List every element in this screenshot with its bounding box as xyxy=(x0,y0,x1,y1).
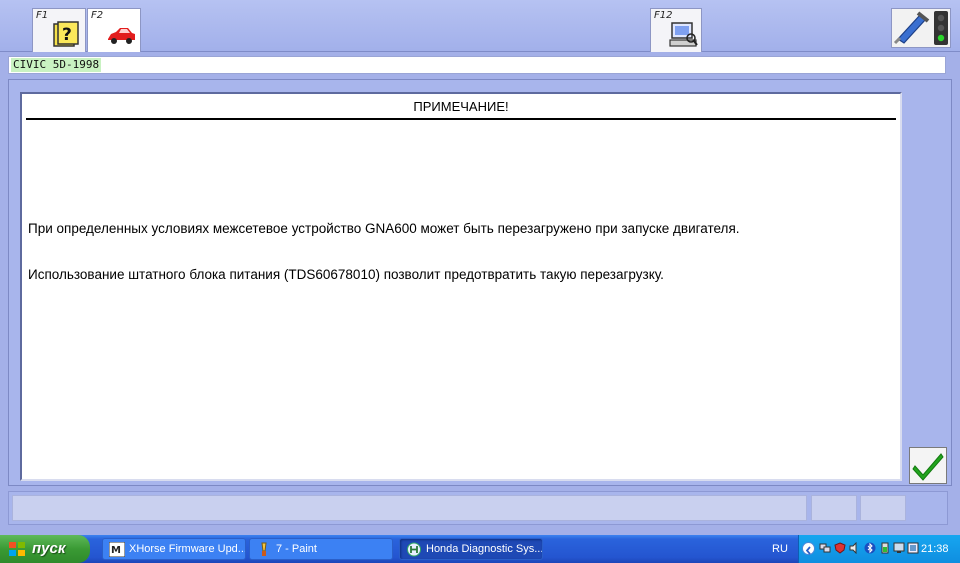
f2-key-label: F2 xyxy=(91,10,104,21)
bluetooth-icon[interactable] xyxy=(864,542,876,554)
language-indicator[interactable]: RU xyxy=(772,543,788,555)
windows-logo-icon xyxy=(9,542,25,556)
chevron-left-icon xyxy=(805,546,811,555)
vehicle-model-label: CIVIC 5D-1998 xyxy=(11,58,102,72)
security-shield-icon[interactable] xyxy=(834,542,846,554)
vehicle-info-bar: CIVIC 5D-1998 xyxy=(8,56,946,74)
main-content-area: ПРИМЕЧАНИЕ! При определенных условиях ме… xyxy=(8,79,952,486)
status-bar xyxy=(8,491,948,525)
app-toolbar: F1 ? F2 F12 xyxy=(0,0,960,52)
taskbar-item-label: Honda Diagnostic Sys... xyxy=(426,543,543,555)
tray-expand-button[interactable] xyxy=(802,542,815,555)
windows-taskbar: пуск M XHorse Firmware Upd... 7 - Paint … xyxy=(0,535,960,563)
start-button[interactable]: пуск xyxy=(0,535,90,563)
status-indicator-1 xyxy=(811,495,857,521)
f12-key-label: F12 xyxy=(654,10,673,21)
network-icon[interactable] xyxy=(819,542,831,554)
status-indicator-2 xyxy=(860,495,906,521)
taskbar-item-label: 7 - Paint xyxy=(276,543,317,555)
car-icon xyxy=(108,28,135,44)
svg-text:?: ? xyxy=(62,25,72,45)
note-title: ПРИМЕЧАНИЕ! xyxy=(413,99,509,114)
honda-diagnostic-icon xyxy=(407,542,421,557)
taskbar-item-paint[interactable]: 7 - Paint xyxy=(249,538,393,560)
taskbar-item-xhorse[interactable]: M XHorse Firmware Upd... xyxy=(102,538,246,560)
title-divider xyxy=(26,118,896,120)
green-checkmark-icon xyxy=(912,453,944,481)
display-settings-icon[interactable] xyxy=(907,542,919,554)
confirm-ok-button[interactable] xyxy=(909,447,947,484)
interface-connection-button[interactable] xyxy=(891,8,951,48)
f1-help-button[interactable]: F1 ? xyxy=(32,8,86,52)
f1-key-label: F1 xyxy=(36,10,49,21)
help-question-icon: ? xyxy=(53,21,79,47)
svg-text:M: M xyxy=(111,545,121,556)
status-message-field xyxy=(12,495,807,521)
taskbar-item-label: XHorse Firmware Upd... xyxy=(129,543,246,555)
note-paragraph-1: При определенных условиях межсетевое уст… xyxy=(28,221,740,236)
system-tray: 21:38 xyxy=(798,535,960,563)
computer-search-icon xyxy=(669,22,698,47)
note-panel: ПРИМЕЧАНИЕ! При определенных условиях ме… xyxy=(20,92,902,481)
paint-icon xyxy=(261,542,267,556)
taskbar-item-honda-diagnostic[interactable]: Honda Diagnostic Sys... xyxy=(399,538,543,560)
system-clock[interactable]: 21:38 xyxy=(921,543,949,555)
note-paragraph-2: Использование штатного блока питания (TD… xyxy=(28,267,664,282)
xhorse-app-icon: M xyxy=(109,542,125,557)
monitor-icon[interactable] xyxy=(893,542,905,554)
start-label: пуск xyxy=(32,540,66,557)
battery-icon[interactable] xyxy=(879,542,891,554)
vci-connector-traffic-light-icon xyxy=(893,11,948,45)
f12-diagnostic-button[interactable]: F12 xyxy=(650,8,702,52)
volume-icon[interactable] xyxy=(849,542,861,554)
f2-vehicle-button[interactable]: F2 xyxy=(87,8,141,52)
